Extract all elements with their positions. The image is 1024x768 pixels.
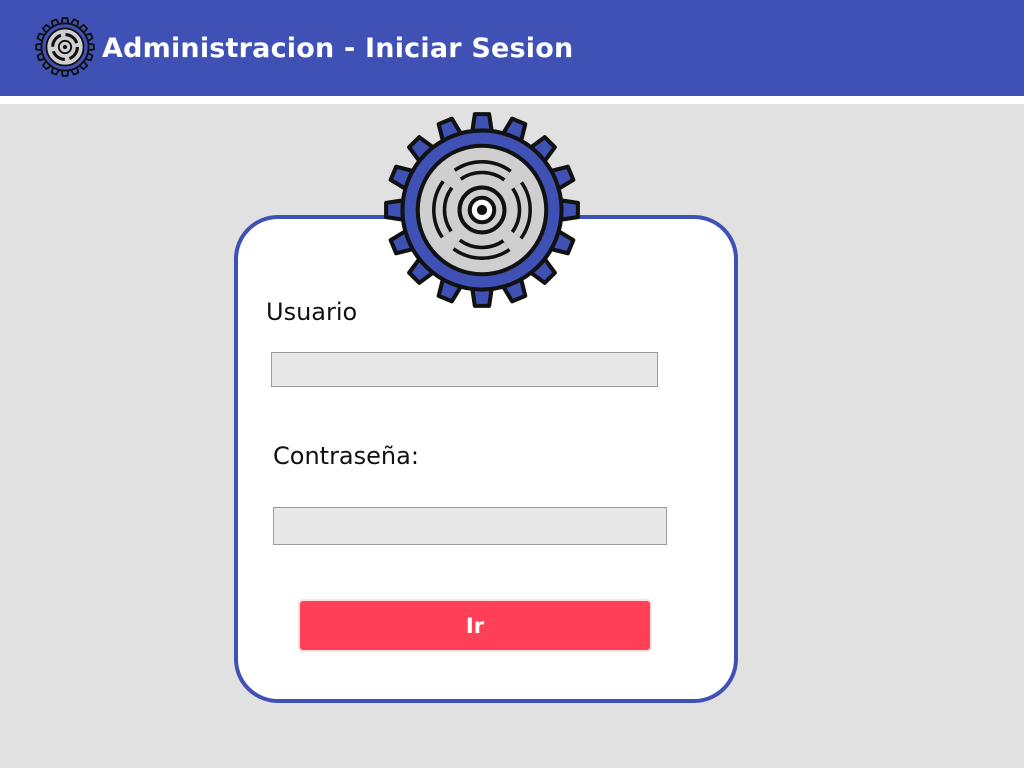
gear-icon: [384, 112, 580, 308]
header-divider: [0, 96, 1024, 104]
username-input[interactable]: [271, 352, 658, 387]
username-label: Usuario: [266, 298, 358, 326]
app-header: Administracion - Iniciar Sesion: [0, 0, 1024, 96]
submit-button[interactable]: Ir: [298, 599, 652, 652]
password-label: Contraseña:: [273, 442, 419, 470]
gear-icon: [35, 17, 95, 77]
page-title: Administracion - Iniciar Sesion: [102, 33, 574, 64]
password-input[interactable]: [273, 507, 667, 545]
